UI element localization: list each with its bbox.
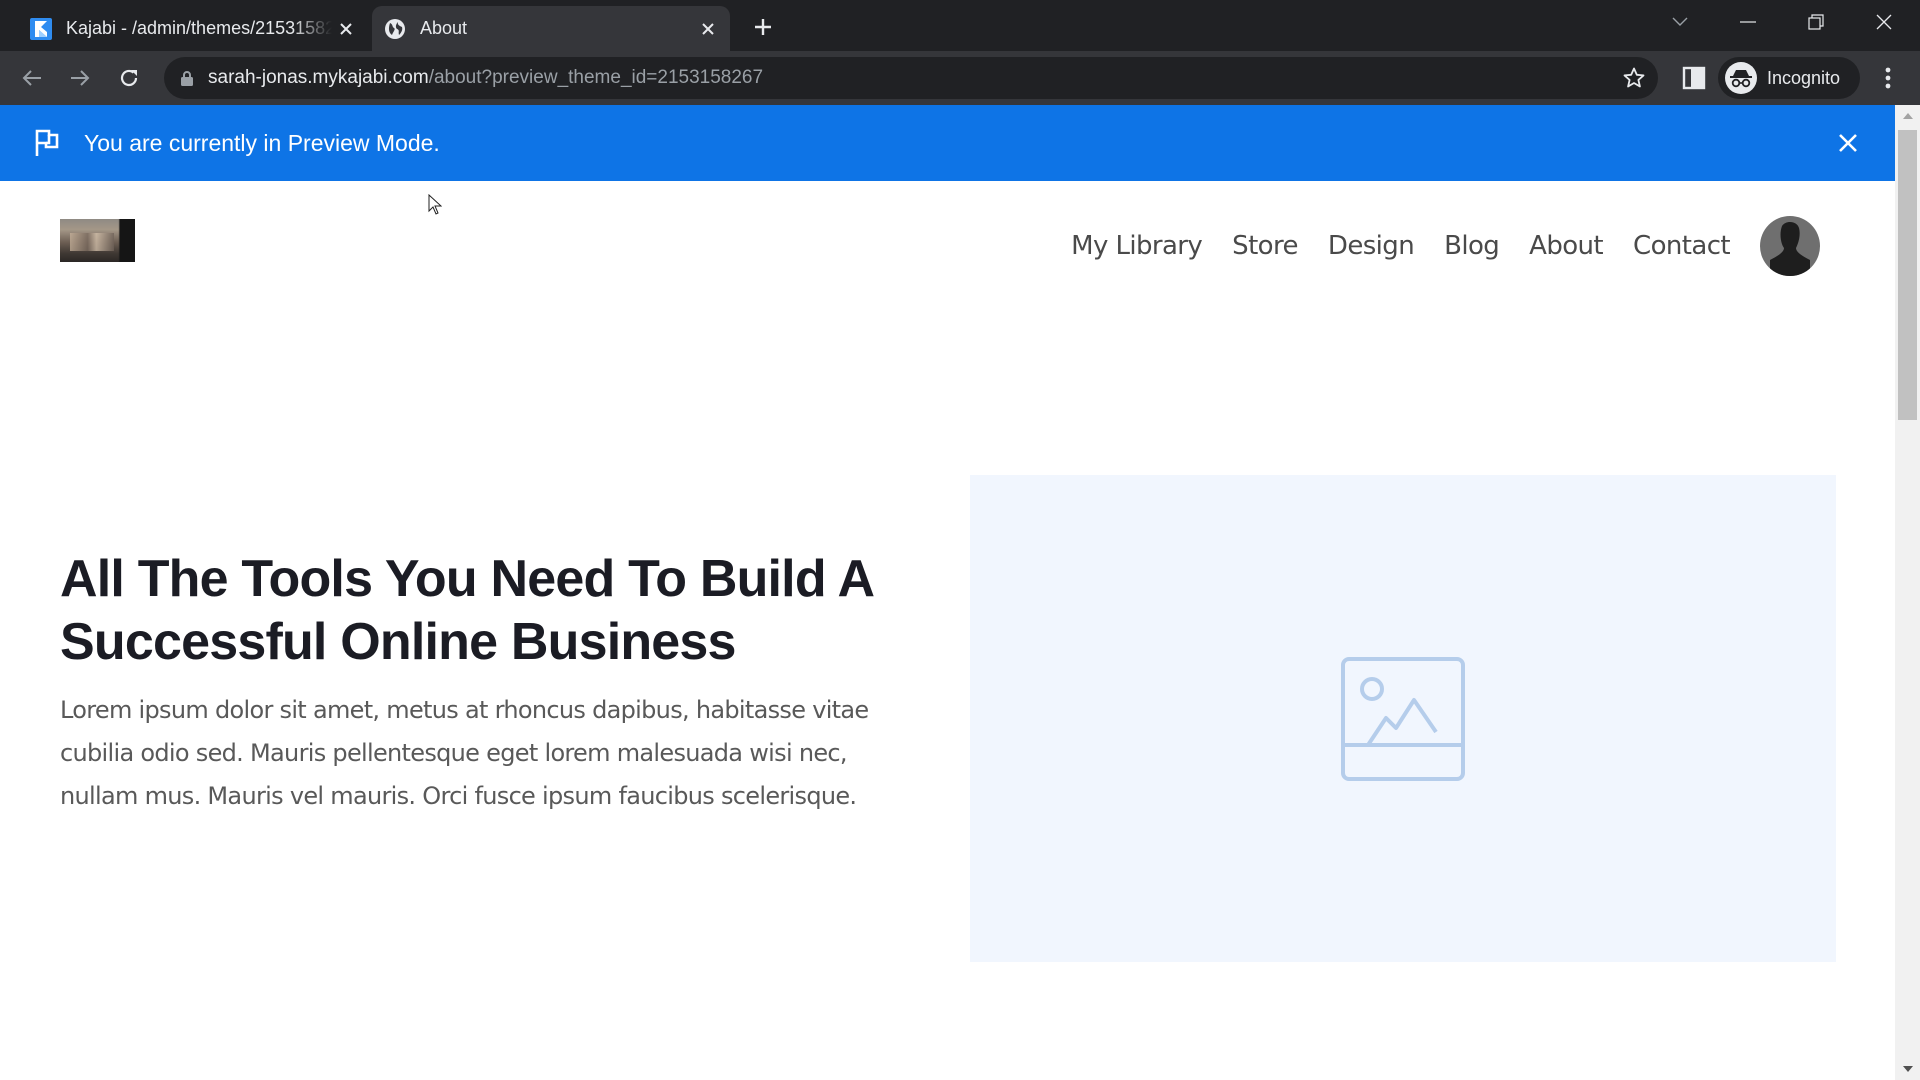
- reload-button[interactable]: [113, 62, 145, 94]
- tab-kajabi-admin[interactable]: Kajabi - /admin/themes/2153158267: [18, 6, 368, 51]
- minimize-button[interactable]: [1718, 0, 1778, 44]
- lock-icon: [181, 71, 193, 86]
- minimize-icon: [1740, 21, 1756, 23]
- url-path: /about?preview_theme_id=2153158267: [428, 67, 764, 88]
- browser-tab-bar: Kajabi - /admin/themes/2153158267 About: [0, 0, 1920, 51]
- incognito-icon: [1725, 62, 1757, 94]
- tab-close-button[interactable]: [694, 15, 722, 43]
- bookmark-star-icon[interactable]: [1622, 66, 1646, 90]
- close-icon: [340, 22, 352, 35]
- more-vertical-icon: [1885, 67, 1891, 89]
- scroll-up-button[interactable]: [1895, 107, 1920, 125]
- scrollbar-thumb[interactable]: [1898, 130, 1917, 420]
- site-header: My Library Store Design Blog About Conta…: [0, 181, 1895, 311]
- mouse-cursor-icon: [428, 194, 442, 215]
- site-navigation: My Library Store Design Blog About Conta…: [1071, 181, 1895, 311]
- triangle-down-icon: [1902, 1066, 1913, 1072]
- nav-link-contact[interactable]: Contact: [1633, 231, 1731, 261]
- image-placeholder-icon: [1341, 656, 1465, 781]
- forward-button[interactable]: [64, 62, 96, 94]
- hero-media-placeholder: [970, 475, 1836, 962]
- nav-link-about[interactable]: About: [1529, 231, 1603, 261]
- browser-menu-button[interactable]: [1874, 64, 1902, 92]
- incognito-profile-button[interactable]: Incognito: [1718, 57, 1860, 99]
- side-panel-icon[interactable]: [1680, 64, 1708, 92]
- site-logo[interactable]: [60, 219, 135, 262]
- close-icon: [1839, 134, 1857, 152]
- user-silhouette-icon: [1770, 222, 1810, 276]
- close-icon: [1876, 14, 1892, 30]
- browser-toolbar: sarah-jonas.mykajabi.com/about?preview_t…: [0, 51, 1920, 105]
- scroll-down-button[interactable]: [1895, 1060, 1920, 1078]
- tab-about[interactable]: About: [372, 6, 730, 51]
- new-tab-button[interactable]: [748, 12, 778, 42]
- tab-title: Kajabi - /admin/themes/2153158267: [66, 18, 332, 38]
- preview-mode-message: You are currently in Preview Mode.: [84, 130, 440, 156]
- globe-icon: [385, 18, 405, 39]
- kajabi-logo-icon: [30, 17, 52, 40]
- url-host: sarah-jonas.mykajabi.com: [208, 67, 429, 88]
- hero-heading-line-2: Successful Online Business: [60, 613, 736, 671]
- page-viewport: You are currently in Preview Mode. My Li…: [0, 105, 1895, 1080]
- close-preview-banner-button[interactable]: [1834, 129, 1862, 157]
- hero-heading: All The Tools You Need To Build A Succes…: [60, 548, 940, 674]
- close-icon: [702, 22, 714, 35]
- triangle-up-icon: [1902, 113, 1913, 119]
- hero-body-text: Lorem ipsum dolor sit amet, metus at rho…: [60, 696, 869, 810]
- arrow-left-icon: [22, 70, 41, 86]
- reload-icon: [120, 69, 138, 87]
- flag-icon: [35, 129, 59, 156]
- nav-link-blog[interactable]: Blog: [1444, 231, 1500, 261]
- nav-link-my-library[interactable]: My Library: [1071, 231, 1203, 261]
- chevron-down-icon: [1672, 17, 1688, 26]
- tab-search-button[interactable]: [1650, 0, 1710, 44]
- url-text: sarah-jonas.mykajabi.com/about?preview_t…: [208, 67, 763, 89]
- restore-icon: [1808, 14, 1824, 30]
- restore-button[interactable]: [1786, 0, 1846, 44]
- nav-link-store[interactable]: Store: [1232, 231, 1298, 261]
- address-bar[interactable]: sarah-jonas.mykajabi.com/about?preview_t…: [164, 57, 1658, 99]
- page-scrollbar[interactable]: [1895, 105, 1920, 1080]
- hero-heading-line-1: All The Tools You Need To Build A: [60, 550, 875, 608]
- tab-close-button[interactable]: [332, 15, 360, 43]
- back-button[interactable]: [16, 62, 48, 94]
- preview-mode-banner: You are currently in Preview Mode.: [0, 105, 1895, 181]
- window-close-button[interactable]: [1854, 0, 1914, 44]
- plus-icon: [755, 19, 771, 35]
- tab-title: About: [420, 18, 468, 38]
- nav-link-design[interactable]: Design: [1328, 231, 1415, 261]
- user-avatar[interactable]: [1760, 216, 1820, 276]
- arrow-right-icon: [71, 70, 90, 86]
- profile-label: Incognito: [1767, 67, 1841, 88]
